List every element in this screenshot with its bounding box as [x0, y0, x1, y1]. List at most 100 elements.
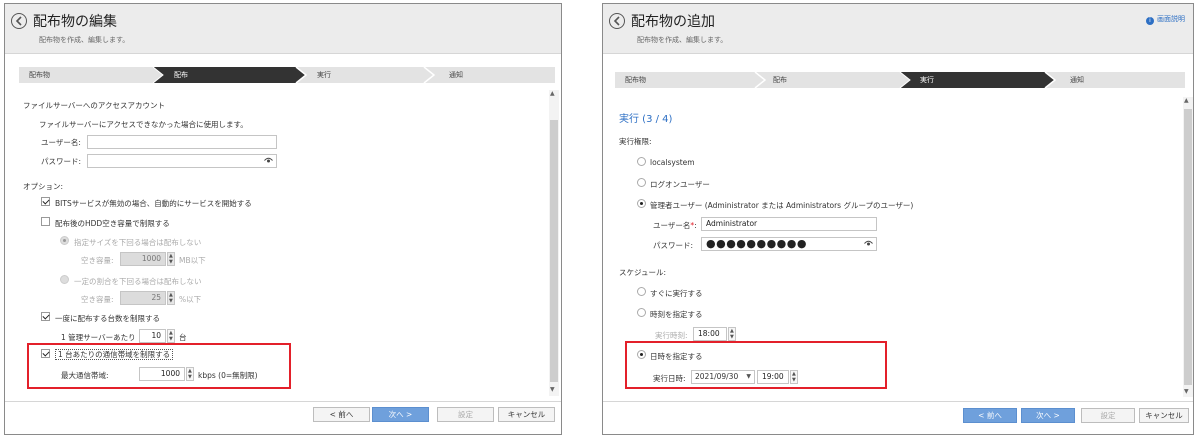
- specify-time-radio[interactable]: [637, 308, 646, 317]
- info-icon: i: [1146, 17, 1154, 25]
- per-server-unit: 台: [179, 333, 187, 342]
- localsystem-label: localsystem: [650, 158, 695, 167]
- hdd-checkbox[interactable]: [41, 217, 50, 226]
- specify-datetime-label: 日時を指定する: [650, 352, 703, 361]
- logon-user-radio[interactable]: [637, 178, 646, 187]
- required-mark: *: [690, 221, 695, 230]
- exec-time-input[interactable]: 18:00: [693, 327, 727, 341]
- footer-divider: [5, 401, 561, 402]
- username-input[interactable]: [87, 135, 277, 149]
- username-label: ユーザー名*:: [653, 221, 697, 230]
- password-value: ●●●●●●●●●●: [706, 237, 807, 250]
- prev-button[interactable]: < 前へ: [313, 407, 370, 422]
- max-bandwidth-label: 最大通信帯域:: [61, 371, 109, 380]
- cancel-button[interactable]: キャンセル: [1139, 408, 1189, 423]
- ratio-radio[interactable]: [60, 275, 69, 284]
- free-ratio-input[interactable]: 25: [120, 291, 166, 305]
- permission-label: 実行権限:: [619, 137, 652, 146]
- add-distribution-window: 配布物の追加 配布物を作成、編集します。 i 画面説明 配布物 配布 実行 通知 …: [602, 3, 1194, 435]
- step-distribution-item: 配布物: [625, 76, 646, 84]
- scrollbar[interactable]: ▲ ▼: [1183, 97, 1193, 397]
- next-button[interactable]: 次へ >: [1021, 408, 1075, 423]
- free-ratio-label: 空き容量:: [81, 295, 114, 304]
- header: 配布物の編集 配布物を作成、編集します。: [5, 4, 561, 54]
- scroll-thumb[interactable]: [550, 120, 558, 382]
- username-input[interactable]: Administrator: [701, 217, 877, 231]
- password-label: パスワード:: [41, 157, 82, 166]
- step-distribution: 配布: [773, 76, 787, 84]
- settings-button[interactable]: 設定: [1081, 408, 1135, 423]
- exec-datetime-time-input[interactable]: 19:00: [757, 370, 789, 384]
- per-server-stepper[interactable]: ▲ ▼: [167, 329, 175, 343]
- logon-user-label: ログオンユーザー: [650, 180, 710, 189]
- bandwidth-option-label: 1 台あたりの通信帯域を制限する: [55, 349, 174, 360]
- admin-user-label: 管理者ユーザー (Administrator または Administrator…: [650, 201, 914, 210]
- per-server-input[interactable]: 10: [139, 329, 166, 343]
- limit-count-checkbox[interactable]: [41, 312, 50, 321]
- free-ratio-stepper[interactable]: ▲ ▼: [167, 291, 175, 305]
- bits-checkbox[interactable]: [41, 197, 50, 206]
- max-bandwidth-stepper[interactable]: ▲ ▼: [186, 367, 194, 381]
- steps-shape: [152, 67, 436, 83]
- step-distribution-item: 配布物: [29, 71, 50, 79]
- exec-time-stepper[interactable]: ▲ ▼: [728, 327, 736, 341]
- max-bandwidth-unit: kbps (0=無制限): [198, 371, 258, 380]
- scrollbar[interactable]: ▲ ▼: [549, 90, 559, 396]
- specify-datetime-radio[interactable]: [637, 350, 646, 359]
- exec-time-label: 実行時刻:: [655, 331, 688, 340]
- scroll-down-icon[interactable]: ▼: [550, 386, 555, 393]
- admin-user-radio[interactable]: [637, 199, 646, 208]
- account-section-label: ファイルサーバーへのアクセスアカウント: [23, 101, 166, 110]
- wizard-steps: 配布物 配布 実行 通知: [615, 72, 1185, 88]
- max-bandwidth-input[interactable]: 1000: [139, 367, 185, 381]
- run-now-label: すぐに実行する: [650, 289, 703, 298]
- bandwidth-checkbox[interactable]: [41, 349, 50, 358]
- exec-datetime-stepper[interactable]: ▲ ▼: [790, 370, 798, 384]
- page-subtitle: 配布物を作成、編集します。: [637, 36, 728, 44]
- exec-date-select[interactable]: 2021/09/30 ▼: [691, 370, 755, 384]
- size-radio-label: 指定サイズを下回る場合は配布しない: [74, 238, 202, 247]
- step-distribution: 配布: [174, 71, 188, 79]
- eye-icon[interactable]: [264, 157, 273, 164]
- edit-distribution-window: 配布物の編集 配布物を作成、編集します。 配布物 配布 実行 通知 ファイルサー…: [4, 3, 562, 435]
- password-input[interactable]: ●●●●●●●●●●: [701, 237, 877, 251]
- username-label: ユーザー名:: [41, 138, 81, 147]
- header: 配布物の追加 配布物を作成、編集します。 i 画面説明: [603, 4, 1193, 54]
- schedule-label: スケジュール:: [619, 268, 667, 277]
- per-server-label: 1 管理サーバーあたり: [61, 333, 136, 342]
- localsystem-radio[interactable]: [637, 157, 646, 166]
- ratio-radio-label: 一定の割合を下回る場合は配布しない: [74, 277, 202, 286]
- help-link[interactable]: i 画面説明: [1146, 14, 1185, 25]
- next-button[interactable]: 次へ >: [372, 407, 429, 422]
- prev-button[interactable]: < 前へ: [963, 408, 1017, 423]
- step-notify: 通知: [449, 71, 463, 79]
- settings-button[interactable]: 設定: [437, 407, 494, 422]
- size-radio[interactable]: [60, 236, 69, 245]
- step-execute: 実行: [920, 76, 934, 84]
- back-button[interactable]: [11, 13, 27, 29]
- bits-option-label: BITSサービスが無効の場合、自動的にサービスを開始する: [55, 199, 252, 208]
- exec-date-value: 2021/09/30: [695, 372, 739, 381]
- cancel-button[interactable]: キャンセル: [498, 407, 555, 422]
- password-input[interactable]: [87, 154, 277, 168]
- wizard-steps: 配布物 配布 実行 通知: [19, 67, 555, 83]
- free-ratio-unit: %以下: [179, 295, 202, 304]
- scroll-down-icon[interactable]: ▼: [1184, 388, 1189, 395]
- options-label: オプション:: [23, 182, 64, 191]
- page-title: 配布物の追加: [631, 14, 715, 30]
- scroll-thumb[interactable]: [1184, 109, 1192, 385]
- steps-shape: [754, 72, 1057, 88]
- free-space-stepper[interactable]: ▲ ▼: [167, 252, 175, 266]
- back-button[interactable]: [609, 13, 625, 29]
- eye-icon[interactable]: [864, 240, 873, 247]
- scroll-up-icon[interactable]: ▲: [550, 90, 555, 97]
- help-label: 画面説明: [1157, 15, 1185, 23]
- page-subtitle: 配布物を作成、編集します。: [39, 36, 130, 44]
- scroll-up-icon[interactable]: ▲: [1184, 97, 1189, 104]
- specify-time-label: 時刻を指定する: [650, 310, 703, 319]
- free-space-input[interactable]: 1000: [120, 252, 166, 266]
- run-now-radio[interactable]: [637, 287, 646, 296]
- limit-count-label: 一度に配布する台数を制限する: [55, 314, 160, 323]
- hdd-option-label: 配布後のHDD空き容量で制限する: [55, 219, 170, 228]
- back-arrow-icon: [613, 16, 620, 26]
